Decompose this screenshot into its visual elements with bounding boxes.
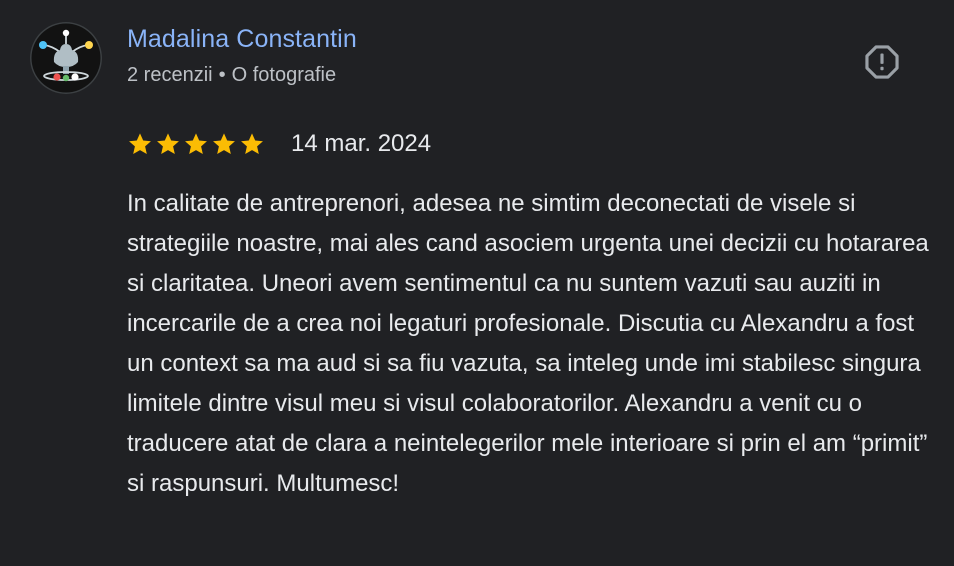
star-icon — [241, 133, 263, 155]
review-card: Madalina Constantin 2 recenzii • O fotogra… — [0, 0, 954, 566]
reviewer-avatar[interactable] — [30, 22, 102, 94]
star-icon — [157, 133, 179, 155]
star-icon — [185, 133, 207, 155]
report-octagon-icon — [865, 45, 899, 79]
star-icon — [129, 133, 151, 155]
review-date: 14 mar. 2024 — [291, 130, 432, 157]
review-text: In calitate de antreprenori, adesea ne s… — [127, 190, 929, 497]
photos-count: O fotografie — [231, 64, 337, 86]
tree-of-life-avatar-icon — [39, 29, 93, 82]
star-icon — [213, 133, 235, 155]
star-rating — [127, 131, 265, 157]
rating-row: 14 mar. 2024 — [127, 127, 431, 161]
reviewer-name[interactable]: Madalina Constantin — [127, 25, 357, 54]
reviewer-meta: 2 recenzii • O fotografie — [127, 64, 336, 87]
reviews-count: 2 recenzii — [127, 64, 213, 86]
meta-separator: • — [218, 64, 226, 86]
report-review-button[interactable] — [862, 42, 902, 82]
